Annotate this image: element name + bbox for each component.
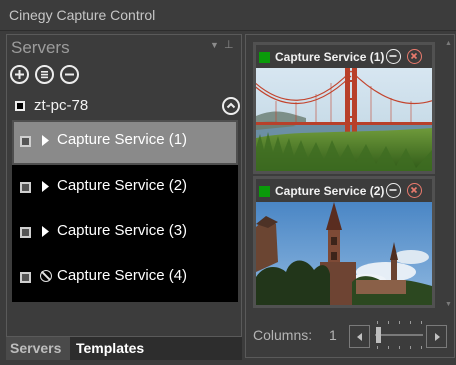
- slider-tick: [388, 321, 389, 324]
- preview-header: Capture Service (1): [256, 45, 432, 67]
- minus-icon: [389, 55, 397, 57]
- service-checkbox[interactable]: [20, 227, 31, 238]
- columns-slider[interactable]: [371, 319, 425, 351]
- scroll-thumb[interactable]: [446, 52, 452, 300]
- tab-templates[interactable]: Templates: [72, 337, 148, 360]
- preview-card-1[interactable]: Capture Service (1): [253, 42, 435, 174]
- church-tower-image: [256, 202, 432, 305]
- slider-tick: [377, 321, 378, 324]
- scroll-up-icon[interactable]: ▲: [445, 40, 452, 47]
- disabled-icon: [40, 270, 52, 282]
- service-checkbox[interactable]: [20, 136, 31, 147]
- chevron-right-icon: [435, 333, 440, 341]
- remove-circle-icon: [65, 73, 74, 76]
- play-icon[interactable]: [41, 134, 50, 147]
- minus-icon: [389, 189, 397, 191]
- status-indicator: [259, 186, 270, 197]
- slider-tick: [410, 321, 411, 324]
- service-checkbox[interactable]: [20, 182, 31, 193]
- title-bar: Cinegy Capture Control: [0, 0, 456, 31]
- pin-icon[interactable]: ⊥: [224, 38, 234, 51]
- columns-decrease-button[interactable]: [349, 325, 370, 348]
- slider-tick: [399, 346, 400, 349]
- preview-panel: ▲ ▼ Capture Service (1) Capture Service …: [245, 34, 455, 358]
- minimize-button[interactable]: [386, 183, 401, 198]
- vertical-scrollbar[interactable]: ▲ ▼: [444, 38, 454, 308]
- golden-gate-bridge-image: [256, 68, 432, 171]
- service-row-2[interactable]: Capture Service (2): [12, 166, 238, 211]
- window-title: Cinegy Capture Control: [9, 7, 156, 23]
- preview-card-2[interactable]: Capture Service (2): [253, 176, 435, 308]
- list-servers-button[interactable]: [35, 65, 54, 84]
- close-button[interactable]: [407, 183, 422, 198]
- slider-tick: [388, 346, 389, 349]
- collapse-button[interactable]: [222, 97, 240, 115]
- host-row[interactable]: zt-pc-78: [14, 96, 240, 118]
- scroll-down-icon[interactable]: ▼: [445, 301, 452, 308]
- servers-panel: Servers ▼ ⊥ zt-pc-78 Capture Service (1)…: [6, 34, 242, 360]
- columns-label: Columns:: [253, 327, 313, 343]
- service-row-1[interactable]: Capture Service (1): [12, 120, 238, 165]
- slider-tick: [377, 346, 378, 349]
- host-name: zt-pc-78: [34, 97, 89, 114]
- service-checkbox[interactable]: [20, 272, 31, 283]
- columns-value: 1: [329, 327, 337, 343]
- slider-thumb[interactable]: [376, 327, 381, 343]
- close-button[interactable]: [407, 49, 422, 64]
- columns-increase-button[interactable]: [426, 325, 447, 348]
- host-checkbox[interactable]: [15, 101, 25, 111]
- slider-rail: [375, 334, 423, 336]
- service-label: Capture Service (2): [57, 177, 188, 194]
- service-row-4[interactable]: Capture Service (4): [12, 256, 238, 301]
- chevron-up-icon: [226, 102, 236, 109]
- service-list: Capture Service (1) Capture Service (2) …: [12, 120, 238, 302]
- add-circle-icon: [15, 70, 24, 79]
- list-circle-icon: [41, 71, 48, 79]
- panel-dropdown-icon[interactable]: ▼: [210, 40, 219, 50]
- servers-panel-body: Servers ▼ ⊥ zt-pc-78 Capture Service (1)…: [6, 34, 242, 337]
- add-server-button[interactable]: [10, 65, 29, 84]
- status-indicator: [259, 52, 270, 63]
- preview-title: Capture Service (1): [275, 50, 385, 64]
- preview-title: Capture Service (2): [275, 184, 385, 198]
- play-icon[interactable]: [41, 225, 50, 238]
- tab-servers[interactable]: Servers: [6, 337, 70, 360]
- preview-header: Capture Service (2): [256, 179, 432, 201]
- close-icon: [410, 186, 418, 194]
- slider-tick: [421, 321, 422, 324]
- slider-tick: [410, 346, 411, 349]
- servers-panel-title: Servers: [11, 38, 70, 57]
- service-label: Capture Service (3): [57, 222, 188, 239]
- play-icon[interactable]: [41, 180, 50, 193]
- service-row-3[interactable]: Capture Service (3): [12, 211, 238, 256]
- service-label: Capture Service (1): [57, 131, 188, 148]
- servers-panel-header: Servers ▼ ⊥: [7, 35, 241, 60]
- remove-server-button[interactable]: [60, 65, 79, 84]
- chevron-left-icon: [357, 333, 362, 341]
- slider-tick: [421, 346, 422, 349]
- service-label: Capture Service (4): [57, 267, 188, 284]
- slider-tick: [399, 321, 400, 324]
- minimize-button[interactable]: [386, 49, 401, 64]
- close-icon: [410, 52, 418, 60]
- panel-tabs: Servers Templates: [6, 337, 242, 360]
